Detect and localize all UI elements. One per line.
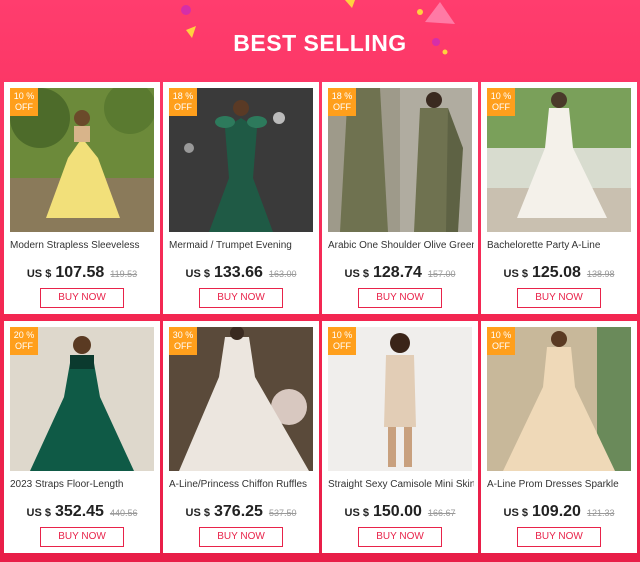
price-row: US $ 125.08 138.98 bbox=[481, 264, 637, 282]
currency: US $ bbox=[26, 507, 51, 519]
discount-badge: 10 % OFF bbox=[328, 327, 356, 355]
buy-now-button[interactable]: BUY NOW bbox=[358, 527, 442, 547]
original-price: 163.00 bbox=[268, 269, 297, 279]
product-name[interactable]: A-Line/Princess Chiffon Ruffles bbox=[169, 479, 315, 490]
discount-badge: 10 % OFF bbox=[487, 327, 515, 355]
discount-badge: 10 % OFF bbox=[10, 88, 38, 116]
price: 125.08 bbox=[532, 264, 581, 281]
product-name[interactable]: Arabic One Shoulder Olive Green bbox=[328, 240, 474, 251]
buy-now-button[interactable]: BUY NOW bbox=[40, 288, 124, 308]
price-row: US $ 133.66 163.00 bbox=[163, 264, 319, 282]
discount-badge: 20 % OFF bbox=[10, 327, 38, 355]
price-row: US $107.58 119.53 bbox=[4, 264, 160, 282]
price-row: US $ 352.45 440.56 bbox=[4, 503, 160, 521]
currency: US $ bbox=[185, 268, 210, 280]
original-price: 166.67 bbox=[427, 508, 456, 518]
product-name[interactable]: Mermaid / Trumpet Evening bbox=[169, 240, 315, 251]
product-name[interactable]: Straight Sexy Camisole Mini Skirt bbox=[328, 479, 474, 490]
product-card[interactable]: 18 % OFF Arabic One Shoulder Olive Green … bbox=[322, 82, 478, 314]
original-price: 119.53 bbox=[110, 269, 138, 279]
original-price: 121.33 bbox=[586, 508, 615, 518]
price: 352.45 bbox=[55, 503, 104, 520]
product-card[interactable]: 10 % OFF Straight Sexy Camisole Mini Skir… bbox=[322, 321, 478, 553]
price-row: US $ 376.25 537.50 bbox=[163, 503, 319, 521]
price-row: US $ 109.20 121.33 bbox=[481, 503, 637, 521]
original-price: 138.98 bbox=[586, 269, 615, 279]
price: 150.00 bbox=[373, 503, 422, 520]
original-price: 537.50 bbox=[268, 508, 297, 518]
discount-badge: 10 % OFF bbox=[487, 88, 515, 116]
price-row: US $ 150.00 166.67 bbox=[322, 503, 478, 521]
discount-badge: 30 % OFF bbox=[169, 327, 197, 355]
product-name[interactable]: Modern Strapless Sleeveless bbox=[10, 240, 156, 251]
page-title: BEST SELLING bbox=[233, 30, 407, 56]
price: 133.66 bbox=[214, 264, 263, 281]
currency: US $ bbox=[344, 507, 369, 519]
buy-now-button[interactable]: BUY NOW bbox=[517, 288, 601, 308]
currency: US $ bbox=[503, 268, 528, 280]
product-card[interactable]: 20 % OFF 2023 Straps Floor-Length US $ 352… bbox=[4, 321, 160, 553]
price: 128.74 bbox=[373, 264, 422, 281]
price: 109.20 bbox=[532, 503, 581, 520]
product-card[interactable]: 30 % OFF A-Line/Princess Chiffon Ruffles … bbox=[163, 321, 319, 553]
product-name[interactable]: A-Line Prom Dresses Sparkle bbox=[487, 479, 633, 490]
currency: US $ bbox=[503, 507, 528, 519]
currency: US $ bbox=[185, 507, 210, 519]
price: 107.58 bbox=[55, 264, 105, 281]
price: 376.25 bbox=[214, 503, 263, 520]
buy-now-button[interactable]: BUY NOW bbox=[40, 527, 124, 547]
price-row: US $ 128.74 157.00 bbox=[322, 264, 478, 282]
discount-badge: 18 % OFF bbox=[169, 88, 197, 116]
buy-now-button[interactable]: BUY NOW bbox=[199, 288, 283, 308]
product-card[interactable]: 18 % OFF Mermaid / Trumpet Evening US $ 13… bbox=[163, 82, 319, 314]
original-price: 440.56 bbox=[109, 508, 138, 518]
product-card[interactable]: 10 % OFF Bachelorette Party A-Line US $ 12… bbox=[481, 82, 637, 314]
currency: US $ bbox=[26, 268, 52, 280]
buy-now-button[interactable]: BUY NOW bbox=[358, 288, 442, 308]
product-name[interactable]: Bachelorette Party A-Line bbox=[487, 240, 633, 251]
buy-now-button[interactable]: BUY NOW bbox=[517, 527, 601, 547]
original-price: 157.00 bbox=[427, 269, 456, 279]
discount-badge: 18 % OFF bbox=[328, 88, 356, 116]
product-card[interactable]: 10 % OFF A-Line Prom Dresses Sparkle US $… bbox=[481, 321, 637, 553]
product-card[interactable]: 10 % OFF Modern Strapless Sleeveless US $… bbox=[4, 82, 160, 314]
product-name[interactable]: 2023 Straps Floor-Length bbox=[10, 479, 156, 490]
buy-now-button[interactable]: BUY NOW bbox=[199, 527, 283, 547]
currency: US $ bbox=[344, 268, 369, 280]
